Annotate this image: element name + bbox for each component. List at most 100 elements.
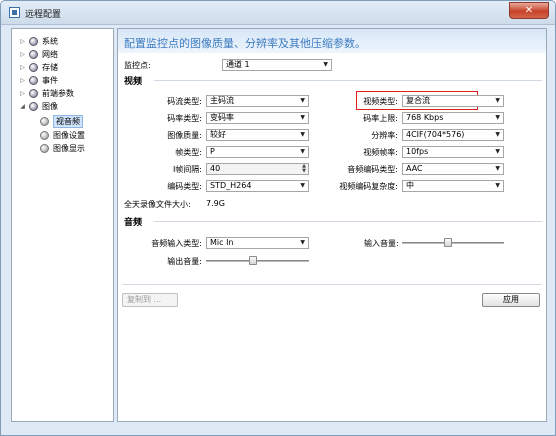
bitrate-type-label: 码率类型: — [167, 114, 202, 123]
gear-node-icon — [29, 62, 38, 72]
tree-item-image-settings[interactable]: 图像设置 — [40, 129, 85, 141]
image-quality-label: 图像质量: — [167, 131, 202, 140]
bitrate-type-value: 变码率 — [210, 113, 234, 122]
tree-item-label: 图像设置 — [53, 130, 85, 140]
audio-encoding-value: AAC — [406, 164, 423, 173]
stream-type-value: 主码流 — [210, 96, 234, 105]
tree-item-image[interactable]: ◢ 图像 — [19, 100, 58, 112]
encoding-complexity-label: 视频编码复杂度: — [339, 182, 398, 191]
slider-thumb[interactable] — [444, 238, 452, 247]
image-quality-select[interactable]: 较好 ▼ — [206, 129, 309, 141]
expand-icon[interactable]: ▷ — [19, 77, 26, 84]
window-title: 远程配置 — [25, 10, 62, 20]
tree-item-label: 图像显示 — [53, 143, 85, 153]
bitrate-limit-select[interactable]: 768 Kbps ▼ — [402, 112, 504, 124]
frame-type-select[interactable]: P ▼ — [206, 146, 309, 158]
video-type-select[interactable]: 复合流 ▼ — [402, 95, 504, 107]
input-volume-label: 输入音量: — [364, 239, 399, 248]
dropdown-arrow-icon: ▼ — [495, 148, 500, 155]
apply-button[interactable]: 应用 — [482, 293, 540, 307]
tree-item-label: 系统 — [42, 36, 58, 46]
encoding-complexity-select[interactable]: 中 ▼ — [402, 180, 504, 192]
gear-node-icon — [29, 49, 38, 59]
monitor-select[interactable]: 通道 1 ▼ — [222, 59, 332, 71]
frame-rate-select[interactable]: 10fps ▼ — [402, 146, 504, 158]
audio-input-type-value: Mic In — [210, 238, 234, 247]
spin-arrows-icon[interactable]: ▲ ▼ — [302, 164, 306, 174]
tree-item-network[interactable]: ▷ 网络 — [19, 48, 58, 60]
video-section-title: 视频 — [124, 77, 143, 87]
slider-thumb[interactable] — [249, 256, 257, 265]
tree-item-event[interactable]: ▷ 事件 — [19, 74, 58, 86]
expand-icon[interactable]: ▷ — [19, 64, 26, 71]
audio-input-type-select[interactable]: Mic In ▼ — [206, 237, 309, 249]
dropdown-arrow-icon: ▼ — [495, 131, 500, 138]
image-quality-value: 较好 — [210, 130, 226, 139]
input-volume-slider[interactable] — [402, 237, 504, 249]
dropdown-arrow-icon: ▼ — [300, 114, 305, 121]
expand-icon[interactable]: ▷ — [19, 38, 26, 45]
dropdown-arrow-icon: ▼ — [323, 61, 328, 68]
tree-item-label: 存储 — [42, 62, 58, 72]
dropdown-arrow-icon: ▼ — [495, 97, 500, 104]
daily-file-size-value: 7.9G — [206, 199, 225, 208]
tree-item-image-display[interactable]: 图像显示 — [40, 142, 85, 154]
daily-file-size-label: 全天录像文件大小: — [124, 200, 191, 209]
audio-section-title: 音频 — [124, 218, 143, 228]
video-type-label: 视频类型: — [363, 97, 398, 106]
stream-type-label: 码流类型: — [167, 97, 202, 106]
config-content: 配置监控点的图像质量、分辨率及其他压缩参数。 监控点: 通道 1 ▼ 视频 码流… — [117, 28, 547, 422]
frame-rate-label: 视频帧率: — [363, 148, 398, 157]
stream-type-select[interactable]: 主码流 ▼ — [206, 95, 309, 107]
close-button[interactable]: ✕ — [509, 2, 549, 19]
i-frame-interval-value: 40 — [210, 164, 221, 173]
output-volume-label: 输出音量: — [167, 257, 202, 266]
slider-track — [206, 260, 309, 262]
bitrate-limit-value: 768 Kbps — [406, 113, 444, 122]
audio-encoding-label: 音频编码类型: — [347, 165, 398, 174]
collapse-icon[interactable]: ◢ — [19, 103, 26, 110]
config-tree: ▷ 系统 ▷ 网络 ▷ 存储 ▷ 事件 ▷ 前端参数 ◢ 图像 视音频 图像设置… — [11, 28, 114, 422]
footer-divider — [122, 284, 542, 285]
header-band: 配置监控点的图像质量、分辨率及其他压缩参数。 — [118, 29, 546, 53]
expand-icon[interactable]: ▷ — [19, 51, 26, 58]
dropdown-arrow-icon: ▼ — [300, 239, 305, 246]
slider-track — [402, 242, 504, 244]
copy-to-button[interactable]: 复制到 ... — [122, 293, 178, 307]
tree-item-label: 事件 — [42, 75, 58, 85]
monitor-label: 监控点: — [124, 61, 151, 70]
dropdown-arrow-icon: ▼ — [495, 182, 500, 189]
encoding-type-select[interactable]: STD_H264 ▼ — [206, 180, 309, 192]
resolution-label: 分辨率: — [371, 131, 398, 140]
audio-input-type-label: 音频输入类型: — [151, 239, 202, 248]
audio-section-divider — [154, 221, 542, 222]
video-type-value: 复合流 — [406, 96, 430, 105]
app-icon — [9, 7, 20, 18]
output-volume-slider[interactable] — [206, 255, 309, 267]
dropdown-arrow-icon: ▼ — [495, 165, 500, 172]
tree-item-frontend-params[interactable]: ▷ 前端参数 — [19, 87, 74, 99]
tree-item-system[interactable]: ▷ 系统 — [19, 35, 58, 47]
dropdown-arrow-icon: ▼ — [300, 131, 305, 138]
i-frame-interval-spinner[interactable]: 40 ▲ ▼ — [206, 163, 309, 175]
title-bar: 远程配置 ✕ — [1, 1, 555, 25]
tree-item-label: 网络 — [42, 49, 58, 59]
resolution-select[interactable]: 4CIF(704*576) ▼ — [402, 129, 504, 141]
bitrate-type-select[interactable]: 变码率 ▼ — [206, 112, 309, 124]
dropdown-arrow-icon: ▼ — [300, 182, 305, 189]
tree-item-storage[interactable]: ▷ 存储 — [19, 61, 58, 73]
dropdown-arrow-icon: ▼ — [495, 114, 500, 121]
video-section-divider — [154, 80, 542, 81]
expand-icon[interactable]: ▷ — [19, 90, 26, 97]
remote-config-window: 远程配置 ✕ ▷ 系统 ▷ 网络 ▷ 存储 ▷ 事件 ▷ 前端参数 ◢ 图像 视… — [0, 0, 556, 436]
encoding-type-value: STD_H264 — [210, 181, 252, 190]
tree-item-video-audio[interactable]: 视音频 — [40, 114, 83, 128]
leaf-node-icon — [40, 116, 49, 126]
gear-node-icon — [29, 101, 38, 111]
monitor-value: 通道 1 — [226, 60, 250, 69]
gear-node-icon — [29, 36, 38, 46]
leaf-node-icon — [40, 130, 49, 140]
resolution-value: 4CIF(704*576) — [406, 130, 465, 139]
audio-encoding-select[interactable]: AAC ▼ — [402, 163, 504, 175]
dropdown-arrow-icon: ▼ — [300, 148, 305, 155]
